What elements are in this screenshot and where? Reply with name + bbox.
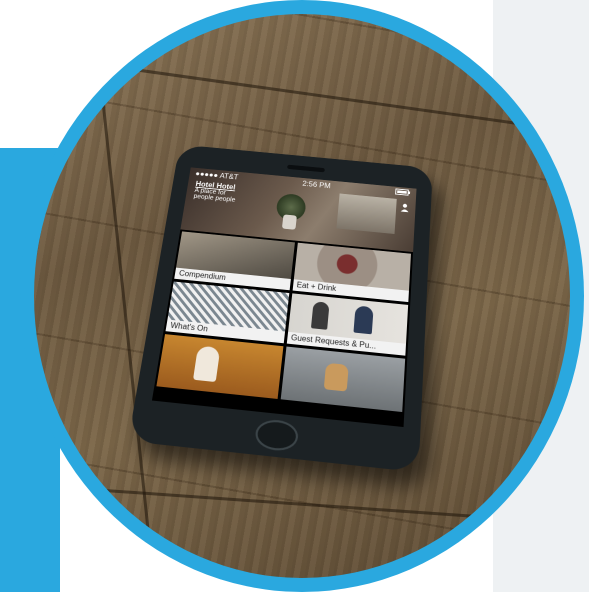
earpiece bbox=[287, 164, 325, 173]
tile-whats-on[interactable]: What's On bbox=[165, 281, 289, 344]
profile-icon[interactable] bbox=[400, 200, 410, 213]
hero-vase bbox=[281, 214, 297, 230]
menu-grid: Compendium Eat + Drink What's On Guest R… bbox=[154, 231, 413, 413]
smartphone: ●●●●● AT&T 2:56 PM Hotel Hotel A place f… bbox=[128, 144, 433, 473]
battery-icon bbox=[395, 188, 411, 197]
tile-pets[interactable] bbox=[280, 346, 406, 413]
tile-eat-drink[interactable]: Eat + Drink bbox=[292, 242, 411, 303]
tile-guest-requests[interactable]: Guest Requests & Pu... bbox=[286, 293, 409, 356]
phone-screen: ●●●●● AT&T 2:56 PM Hotel Hotel A place f… bbox=[151, 167, 417, 428]
tile-compendium[interactable]: Compendium bbox=[174, 231, 295, 291]
hero-window bbox=[336, 193, 397, 235]
person-figure bbox=[310, 301, 330, 330]
person-figure bbox=[193, 345, 221, 383]
person-figure bbox=[352, 305, 374, 335]
home-button[interactable] bbox=[253, 418, 300, 453]
clock: 2:56 PM bbox=[302, 179, 331, 190]
tile-image bbox=[156, 334, 283, 399]
dog-figure bbox=[323, 362, 349, 392]
plank-seam bbox=[34, 54, 570, 135]
tile-people[interactable] bbox=[156, 334, 283, 399]
tile-image bbox=[280, 346, 406, 413]
